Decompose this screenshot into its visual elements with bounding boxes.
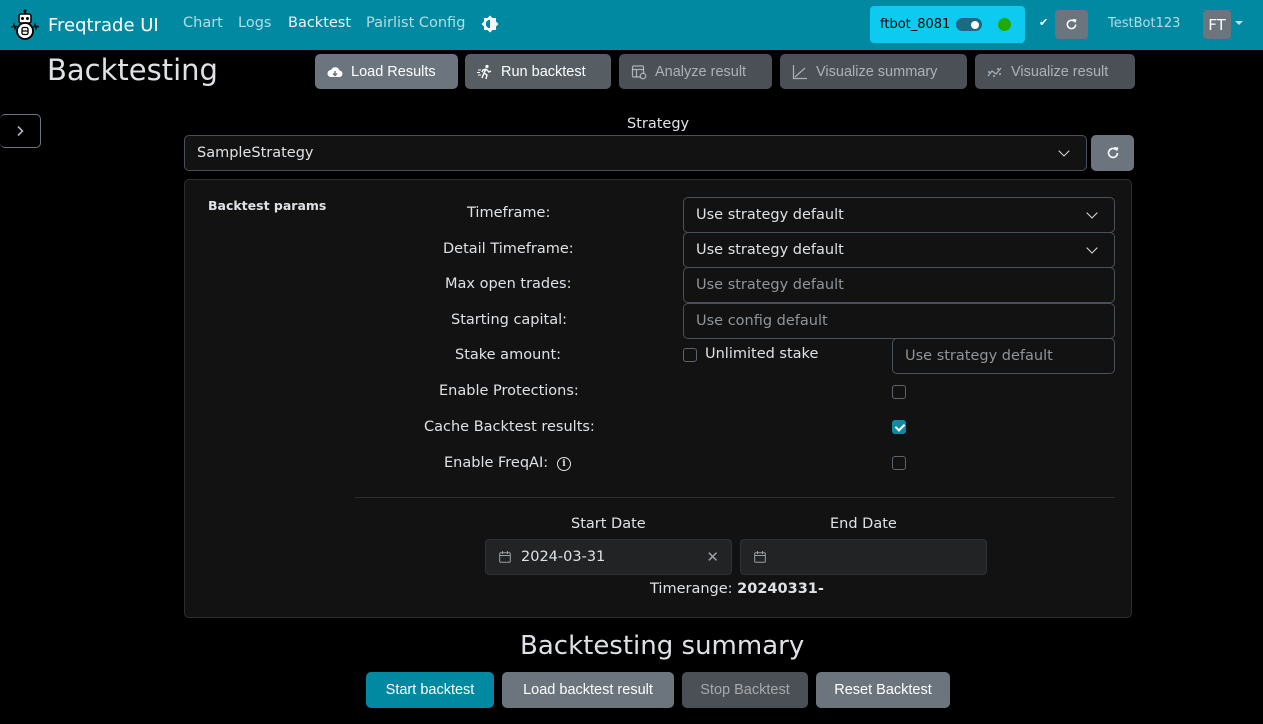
- calendar-icon: [754, 551, 766, 563]
- cloud-download-icon: [327, 66, 343, 77]
- visualize-summary-label: Visualize summary: [816, 63, 938, 80]
- nav-link-chart[interactable]: Chart: [183, 15, 223, 31]
- freqtrade-logo-icon: [11, 9, 40, 40]
- starting-capital-placeholder: Use config default: [696, 313, 828, 329]
- check-icon: ✔: [1039, 16, 1049, 29]
- clear-icon[interactable]: ✕: [706, 548, 719, 566]
- timerange-display: Timerange: 20240331-: [650, 581, 824, 597]
- caret-down-icon[interactable]: [1235, 21, 1243, 25]
- divider: [355, 497, 1115, 498]
- load-backtest-result-button[interactable]: Load backtest result: [502, 672, 674, 708]
- enable-protections-label: Enable Protections:: [439, 383, 579, 399]
- reset-backtest-button[interactable]: Reset Backtest: [816, 672, 950, 708]
- refresh-icon: [1107, 147, 1118, 159]
- run-backtest-button[interactable]: Run backtest: [465, 54, 611, 89]
- enable-freqai-checkbox[interactable]: [892, 456, 906, 470]
- starting-capital-label: Starting capital:: [451, 312, 568, 328]
- refresh-icon: [1066, 18, 1077, 30]
- starting-capital-input[interactable]: Use config default: [683, 303, 1115, 339]
- stake-amount-placeholder: Use strategy default: [905, 348, 1053, 364]
- stop-backtest-button[interactable]: Stop Backtest: [682, 672, 808, 708]
- strategy-selected-value: SampleStrategy: [197, 145, 314, 161]
- strategy-refresh-button[interactable]: [1091, 135, 1134, 171]
- bot-selector[interactable]: ftbot_8081: [870, 6, 1025, 43]
- enable-protections-checkbox[interactable]: [892, 385, 906, 399]
- theme-toggle-icon[interactable]: [481, 15, 499, 33]
- bot-toggle-switch[interactable]: [956, 18, 982, 31]
- backtesting-summary-title: Backtesting summary: [520, 631, 805, 661]
- chevron-down-icon: [1058, 145, 1070, 157]
- run-backtest-label: Run backtest: [501, 63, 586, 80]
- chart-line-icon: [792, 64, 807, 79]
- load-results-button[interactable]: Load Results: [315, 54, 458, 89]
- user-name[interactable]: TestBot123: [1108, 16, 1180, 31]
- timeframe-label: Timeframe:: [467, 205, 551, 221]
- backtest-params-title: Backtest params: [208, 198, 327, 213]
- run-icon: [477, 64, 492, 79]
- max-open-trades-label: Max open trades:: [445, 276, 572, 292]
- cache-backtest-results-label: Cache Backtest results:: [424, 419, 595, 435]
- chart-scatter-icon: [987, 67, 1002, 77]
- detail-timeframe-select[interactable]: Use strategy default: [683, 232, 1115, 268]
- detail-timeframe-value: Use strategy default: [696, 242, 844, 258]
- page-title: Backtesting: [47, 53, 218, 87]
- enable-freqai-label: Enable FreqAI:: [444, 455, 549, 471]
- unlimited-stake-checkbox[interactable]: [683, 348, 697, 362]
- backtest-params-card: Backtest params Timeframe: Use strategy …: [184, 179, 1132, 618]
- sidebar-toggle-button[interactable]: [0, 114, 41, 148]
- max-open-trades-input[interactable]: Use strategy default: [683, 267, 1115, 303]
- timerange-value: 20240331-: [737, 581, 824, 597]
- chevron-right-icon: [17, 125, 24, 137]
- nav-link-logs[interactable]: Logs: [238, 15, 271, 31]
- max-open-trades-placeholder: Use strategy default: [696, 277, 844, 293]
- timeframe-select[interactable]: Use strategy default: [683, 197, 1115, 233]
- analyze-result-button[interactable]: Analyze result: [619, 54, 772, 89]
- bot-name: ftbot_8081: [880, 17, 951, 32]
- bot-online-status-indicator: [998, 18, 1011, 31]
- unlimited-stake-label[interactable]: Unlimited stake: [705, 346, 818, 362]
- timerange-label: Timerange:: [650, 581, 733, 597]
- start-date-picker[interactable]: 2024-03-31 ✕: [485, 539, 732, 575]
- top-navbar: Freqtrade UI Chart Logs Backtest Pairlis…: [0, 0, 1263, 50]
- visualize-summary-button[interactable]: Visualize summary: [780, 54, 967, 89]
- cache-backtest-results-checkbox[interactable]: [892, 420, 906, 434]
- end-date-label: End Date: [830, 516, 897, 532]
- end-date-picker[interactable]: [740, 539, 987, 575]
- visualize-result-label: Visualize result: [1011, 63, 1109, 80]
- stake-amount-label: Stake amount:: [455, 347, 562, 363]
- info-icon[interactable]: i: [557, 457, 571, 471]
- strategy-label: Strategy: [627, 116, 690, 132]
- chevron-down-icon: [1086, 207, 1098, 219]
- nav-link-pairlist-config[interactable]: Pairlist Config: [366, 15, 465, 31]
- visualize-result-button[interactable]: Visualize result: [975, 54, 1135, 89]
- nav-link-backtest[interactable]: Backtest: [288, 15, 351, 31]
- load-results-label: Load Results: [351, 63, 436, 80]
- brand-name: Freqtrade UI: [48, 14, 159, 36]
- start-date-label: Start Date: [571, 516, 646, 532]
- strategy-select[interactable]: SampleStrategy: [184, 135, 1087, 171]
- calendar-icon: [499, 551, 511, 563]
- timeframe-value: Use strategy default: [696, 207, 844, 223]
- start-date-value: 2024-03-31: [521, 549, 606, 565]
- refresh-button[interactable]: [1055, 10, 1088, 39]
- brand[interactable]: Freqtrade UI: [10, 9, 159, 41]
- stake-amount-input[interactable]: Use strategy default: [892, 338, 1115, 374]
- analyze-result-label: Analyze result: [655, 63, 747, 80]
- detail-timeframe-label: Detail Timeframe:: [443, 241, 574, 257]
- table-eye-icon: [631, 64, 647, 79]
- chevron-down-icon: [1086, 242, 1098, 254]
- user-avatar-menu[interactable]: FT: [1203, 10, 1231, 39]
- start-backtest-button[interactable]: Start backtest: [366, 672, 494, 708]
